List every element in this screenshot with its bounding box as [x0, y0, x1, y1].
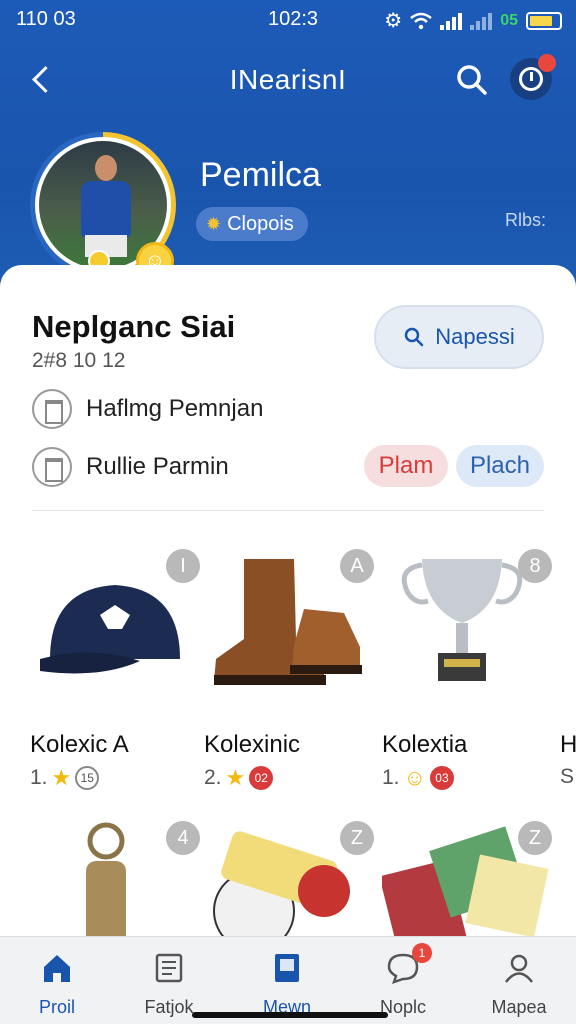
- item-number: I: [166, 549, 200, 583]
- collection-item[interactable]: 4: [30, 821, 200, 936]
- collection-item[interactable]: Z: [204, 821, 374, 936]
- status-time: 102:3: [268, 8, 319, 30]
- news-icon: [155, 953, 183, 983]
- item-number: 4: [166, 821, 200, 855]
- star-icon: ★: [225, 765, 246, 790]
- collection-item[interactable]: A Kolexinic 2. ★ 02: [204, 549, 374, 790]
- collection-card: Neplganc Siai 2#8 10 12 Napessi Haflmg P…: [0, 265, 576, 945]
- napessi-label: Napessi: [435, 324, 515, 349]
- star-icon: ★: [51, 765, 72, 790]
- timer-button[interactable]: [510, 54, 556, 100]
- tab-mewn[interactable]: Mewn: [232, 947, 342, 1017]
- smiley-icon: ☺: [403, 765, 426, 790]
- tab-label: Proil: [38, 997, 75, 1017]
- collection-item[interactable]: Z: [382, 821, 552, 936]
- item-rank: 1.: [382, 766, 400, 789]
- divider: [32, 510, 544, 511]
- profile-header: 110 03 102:3 ⚙ 05 INearisnI ★ ☺ Pemilca …: [0, 0, 576, 300]
- item-number: Z: [518, 821, 552, 855]
- profile-name: Pemilca: [200, 156, 321, 194]
- collection-item-partial[interactable]: H S: [560, 549, 576, 789]
- settings-icon: ⚙: [384, 10, 403, 32]
- item-number: Z: [340, 821, 374, 855]
- club-chip[interactable]: ✹ Clopois: [196, 207, 308, 241]
- user-icon: [505, 954, 533, 983]
- tab-proil[interactable]: Proil: [2, 947, 112, 1017]
- wifi-icon: [410, 12, 432, 29]
- info-row-label: Haflmg Pemnjan: [86, 395, 264, 422]
- signal-secondary-icon: [470, 12, 493, 30]
- home-icon: [44, 955, 70, 982]
- network-text: 05: [500, 11, 518, 29]
- tab-mapea[interactable]: Mapea: [464, 947, 574, 1017]
- item-name: Kolexic A: [30, 731, 129, 758]
- tag-plach[interactable]: Plach: [456, 445, 544, 487]
- status-left-text: 110 03: [16, 8, 76, 30]
- item-name: H: [560, 731, 576, 758]
- item-rank: S: [560, 765, 575, 788]
- notification-badge: 1: [412, 943, 432, 963]
- tab-fatjok[interactable]: Fatjok: [114, 947, 224, 1017]
- bottom-tab-bar: Proil Fatjok Mewn 1 Noplc Mapea: [0, 936, 576, 1024]
- item-rank: 1.: [30, 766, 48, 789]
- info-row-label: Rullie Parmin: [86, 453, 229, 480]
- bank-icon: [32, 447, 72, 487]
- item-badge: 15: [75, 766, 100, 790]
- tab-noplc[interactable]: 1 Noplc: [348, 943, 458, 1017]
- signal-icon: [440, 12, 463, 30]
- status-bar: 110 03 102:3 ⚙ 05: [0, 8, 576, 32]
- info-row-2[interactable]: Rullie Parmin: [32, 447, 229, 487]
- item-badge: 02: [249, 766, 274, 790]
- item-number: A: [340, 549, 374, 583]
- notification-dot: [538, 54, 556, 72]
- search-icon: [405, 327, 424, 347]
- battery-icon: [526, 11, 562, 30]
- header-side-text: Rlbs:: [504, 210, 546, 230]
- card-title: Neplganc Siai: [32, 309, 236, 344]
- search-button[interactable]: [452, 60, 492, 100]
- napessi-button[interactable]: Napessi: [374, 305, 544, 369]
- tag-plam[interactable]: Plam: [364, 445, 448, 487]
- item-name: Kolexinic: [204, 731, 301, 758]
- collection-item[interactable]: I Kolexic A 1. ★ 15: [30, 549, 200, 790]
- home-indicator: [192, 1012, 388, 1018]
- book-icon: [275, 954, 299, 982]
- item-name: Kolextia: [382, 731, 468, 758]
- badge-icon: ✹: [206, 214, 222, 234]
- item-badge: 03: [429, 766, 454, 790]
- collection-item[interactable]: 8 Kolextia 1. ☺ 03: [382, 549, 552, 790]
- club-chip-label: Clopois: [227, 213, 294, 235]
- building-icon: [32, 389, 72, 429]
- card-subtitle: 2#8 10 12: [32, 349, 126, 372]
- item-number: 8: [518, 549, 552, 583]
- info-row-1[interactable]: Haflmg Pemnjan: [32, 389, 263, 429]
- search-icon: [457, 65, 487, 95]
- tab-label: Mapea: [491, 997, 547, 1017]
- item-rank: 2.: [204, 766, 222, 789]
- status-icons: ⚙ 05: [384, 8, 562, 33]
